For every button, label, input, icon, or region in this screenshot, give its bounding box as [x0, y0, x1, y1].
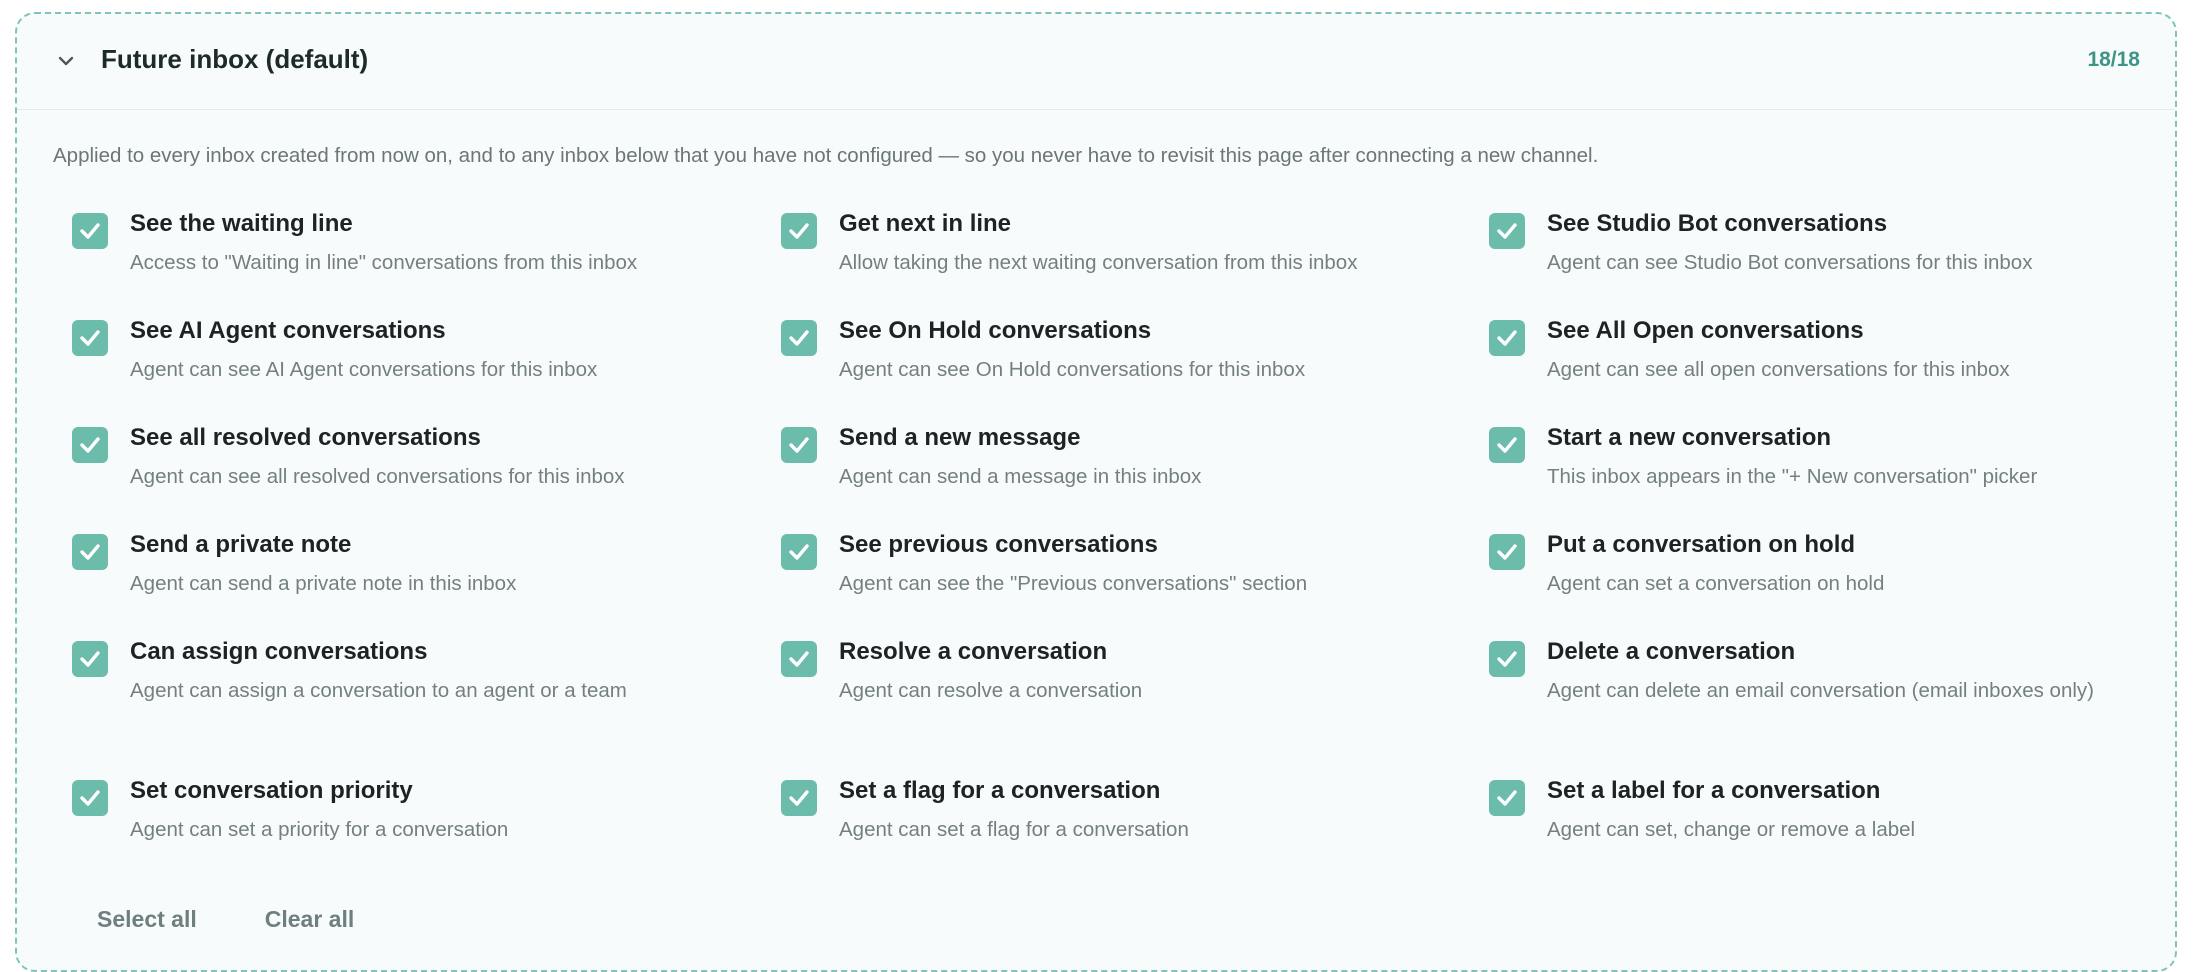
- section-description: Applied to every inbox created from now …: [53, 144, 1599, 167]
- permission-description: Agent can delete an email conversation (…: [1547, 679, 2094, 702]
- checkbox-checked[interactable]: [1489, 641, 1525, 677]
- checkbox-checked[interactable]: [781, 427, 817, 463]
- permission-label: See On Hold conversations: [839, 317, 1152, 344]
- checkbox-checked[interactable]: [72, 780, 108, 816]
- checkmark-icon: [1497, 651, 1517, 667]
- checkbox-checked[interactable]: [781, 780, 817, 816]
- checkmark-icon: [80, 437, 100, 453]
- checkmark-icon: [80, 651, 100, 667]
- checkbox-checked[interactable]: [72, 213, 108, 249]
- permission-description: Agent can see On Hold conversations for …: [839, 358, 1306, 381]
- checkmark-icon: [80, 223, 100, 239]
- checkmark-icon: [789, 790, 809, 806]
- permission-label: See previous conversations: [839, 531, 1158, 558]
- checkmark-icon: [1497, 544, 1517, 560]
- checkmark-icon: [1497, 330, 1517, 346]
- permission-description: Agent can resolve a conversation: [839, 679, 1143, 702]
- permission-description: Allow taking the next waiting conversati…: [839, 251, 1358, 274]
- checkmark-icon: [80, 330, 100, 346]
- permission-label: See all resolved conversations: [130, 424, 481, 451]
- checkbox-checked[interactable]: [72, 641, 108, 677]
- permission-description: Agent can assign a conversation to an ag…: [130, 679, 627, 702]
- checkmark-icon: [789, 651, 809, 667]
- checkmark-icon: [1497, 437, 1517, 453]
- checkmark-icon: [789, 330, 809, 346]
- permission-description: Agent can set a priority for a conversat…: [130, 818, 509, 841]
- bulk-actions: Select all Clear all: [97, 906, 354, 933]
- permission-label: See AI Agent conversations: [130, 317, 446, 344]
- permission-label: See the waiting line: [130, 210, 353, 237]
- section-title: Future inbox (default): [101, 44, 369, 74]
- checkbox-checked[interactable]: [1489, 780, 1525, 816]
- checkbox-checked[interactable]: [781, 534, 817, 570]
- checkmark-icon: [789, 544, 809, 560]
- permission-label: Set conversation priority: [130, 777, 413, 804]
- checkmark-icon: [789, 437, 809, 453]
- permission-label: Set a flag for a conversation: [839, 777, 1161, 804]
- permission-description: Agent can send a message in this inbox: [839, 465, 1202, 488]
- permission-description: This inbox appears in the "+ New convers…: [1547, 465, 2038, 488]
- permission-label: See All Open conversations: [1547, 317, 1864, 344]
- checkbox-checked[interactable]: [781, 641, 817, 677]
- permission-label: Delete a conversation: [1547, 638, 1796, 665]
- permission-description: Agent can set, change or remove a label: [1547, 818, 1916, 841]
- clear-all-button[interactable]: Clear all: [265, 906, 355, 933]
- chevron-down-icon[interactable]: [55, 50, 77, 72]
- permission-label: Resolve a conversation: [839, 638, 1108, 665]
- select-all-button[interactable]: Select all: [97, 906, 197, 933]
- permission-description: Agent can send a private note in this in…: [130, 572, 517, 595]
- checkmark-icon: [80, 544, 100, 560]
- checkmark-icon: [1497, 790, 1517, 806]
- checkmark-icon: [1497, 223, 1517, 239]
- permission-count-badge: 18/18: [2087, 48, 2140, 71]
- permission-description: Agent can see Studio Bot conversations f…: [1547, 251, 2033, 274]
- checkmark-icon: [789, 223, 809, 239]
- checkbox-checked[interactable]: [1489, 320, 1525, 356]
- permission-description: Agent can set a flag for a conversation: [839, 818, 1189, 841]
- checkbox-checked[interactable]: [781, 213, 817, 249]
- permission-label: Send a private note: [130, 531, 352, 558]
- checkmark-icon: [80, 790, 100, 806]
- panel-header[interactable]: Future inbox (default) 18/18: [17, 14, 2175, 110]
- checkbox-checked[interactable]: [1489, 534, 1525, 570]
- permission-description: Agent can see the "Previous conversation…: [839, 572, 1308, 595]
- checkbox-checked[interactable]: [72, 427, 108, 463]
- permission-label: Get next in line: [839, 210, 1012, 237]
- checkbox-checked[interactable]: [1489, 427, 1525, 463]
- permission-label: Put a conversation on hold: [1547, 531, 1856, 558]
- future-inbox-panel: Future inbox (default) 18/18 Applied to …: [15, 12, 2177, 972]
- permission-label: Set a label for a conversation: [1547, 777, 1881, 804]
- permission-description: Agent can set a conversation on hold: [1547, 572, 1885, 595]
- permission-description: Agent can see AI Agent conversations for…: [130, 358, 598, 381]
- permission-description: Agent can see all resolved conversations…: [130, 465, 625, 488]
- permission-label: See Studio Bot conversations: [1547, 210, 1888, 237]
- permission-label: Can assign conversations: [130, 638, 428, 665]
- checkbox-checked[interactable]: [1489, 213, 1525, 249]
- permission-label: Start a new conversation: [1547, 424, 1832, 451]
- checkbox-checked[interactable]: [72, 534, 108, 570]
- permission-description: Access to "Waiting in line" conversation…: [130, 251, 638, 274]
- permission-description: Agent can see all open conversations for…: [1547, 358, 2010, 381]
- checkbox-checked[interactable]: [72, 320, 108, 356]
- permission-label: Send a new message: [839, 424, 1081, 451]
- checkbox-checked[interactable]: [781, 320, 817, 356]
